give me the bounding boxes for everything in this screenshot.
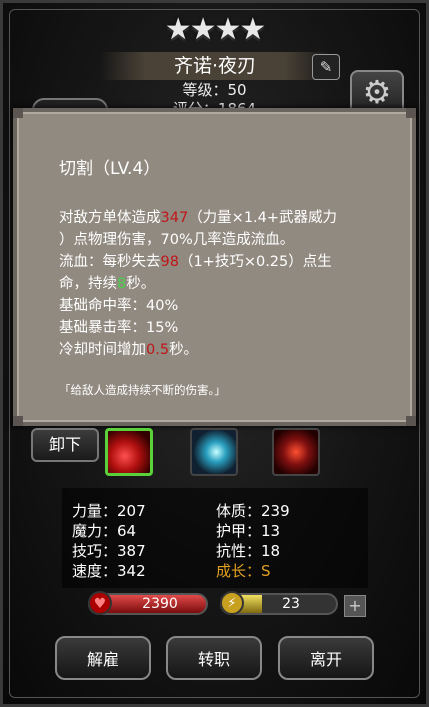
- stat-strength: 力量：207: [72, 502, 146, 520]
- desc-line-7: 冷却时间增加0.5秒。: [59, 342, 199, 358]
- stat-growth: 成长：S: [216, 562, 271, 580]
- gear-icon: ⚙: [362, 73, 392, 111]
- pencil-icon: ✎: [319, 58, 333, 76]
- skill-slot-cut[interactable]: [105, 428, 153, 476]
- desc-line-1: 对敌方单体造成347（力量×1.4+武器威力: [59, 210, 338, 226]
- heart-icon: ♥: [88, 591, 112, 615]
- stat-skill: 技巧：387: [72, 542, 146, 560]
- tooltip-corner: [406, 416, 416, 426]
- leave-button[interactable]: 离开: [278, 636, 374, 680]
- desc-line-3: 流血：每秒失去98（1+技巧×0.25）点生: [59, 254, 332, 270]
- stats-panel: 力量：207 体质：239 魔力：64 护甲：13 技巧：387 抗性：18 速…: [62, 488, 368, 588]
- stat-armor: 护甲：13: [216, 522, 281, 540]
- add-energy-button[interactable]: +: [344, 595, 366, 617]
- energy-value: 23: [282, 596, 300, 612]
- tooltip-corner: [13, 108, 23, 118]
- tooltip-corner: [406, 108, 416, 118]
- skill-slot-2[interactable]: [190, 428, 238, 476]
- stat-resistance: 抗性：18: [216, 542, 281, 560]
- stat-speed: 速度：342: [72, 562, 146, 580]
- desc-line-5: 基础命中率：40%: [59, 298, 179, 314]
- skill-title: 切割（LV.4）: [59, 159, 161, 179]
- desc-line-6: 基础暴击率：15%: [59, 320, 179, 336]
- desc-line-4: 命，持续8秒。: [59, 276, 156, 292]
- stat-magic: 魔力：64: [72, 522, 137, 540]
- edit-name-button[interactable]: ✎: [312, 54, 340, 80]
- hp-value: 2390: [142, 596, 178, 612]
- star-rating: ★★★★: [164, 12, 267, 47]
- lightning-icon: ⚡: [220, 591, 244, 615]
- dismiss-button[interactable]: 解雇: [55, 636, 151, 680]
- skill-tooltip: 切割（LV.4） 对敌方单体造成347（力量×1.4+武器威力 ）点物理伤害，7…: [13, 108, 416, 426]
- skill-flavor-text: 「给敌人造成持续不断的伤害。」: [59, 383, 226, 397]
- skill-slot-3[interactable]: [272, 428, 320, 476]
- transfer-class-button[interactable]: 转职: [166, 636, 262, 680]
- unequip-button[interactable]: 卸下: [31, 428, 99, 462]
- skill-description: 对敌方单体造成347（力量×1.4+武器威力 ）点物理伤害，70%几率造成流血。…: [59, 207, 389, 361]
- hero-name: 齐诺·夜刃: [100, 52, 330, 80]
- tooltip-corner: [13, 416, 23, 426]
- desc-line-2: ）点物理伤害，70%几率造成流血。: [59, 232, 295, 248]
- stat-constitution: 体质：239: [216, 502, 290, 520]
